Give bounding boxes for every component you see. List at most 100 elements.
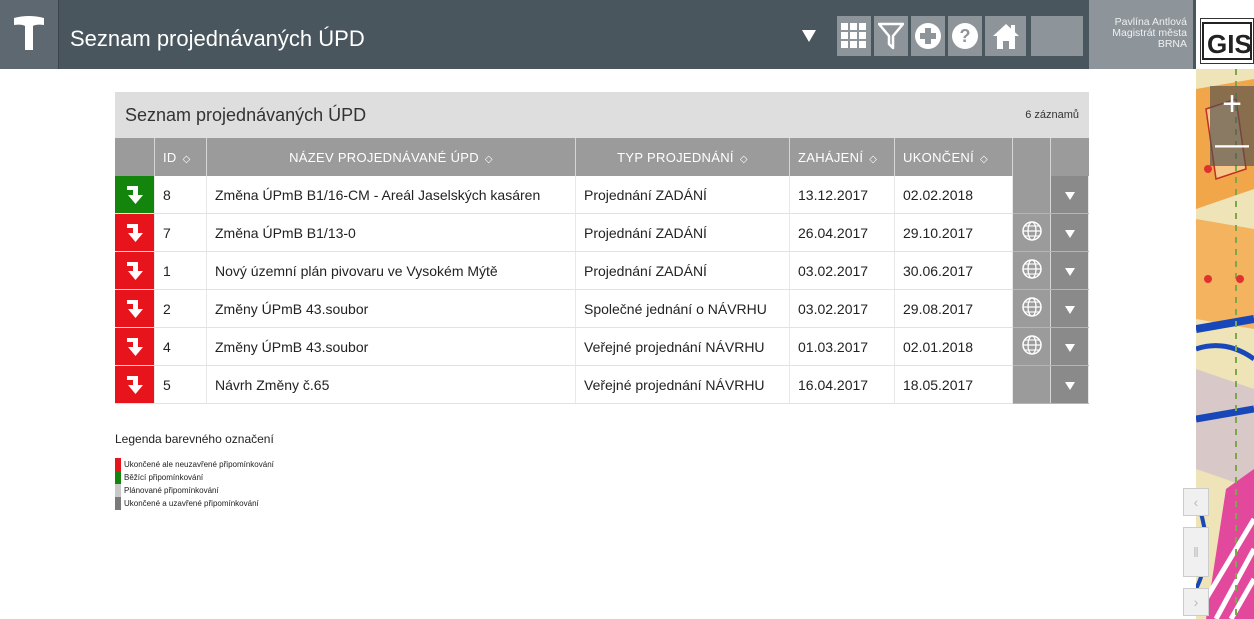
status-cell — [115, 251, 155, 290]
legend-item: Běžící připomínkování — [115, 471, 274, 484]
legend-item: Ukončené ale neuzavřené připomínkování — [115, 458, 274, 471]
panel-resize-handle-icon[interactable]: ‖ — [1183, 527, 1209, 577]
panel-collapse-left-icon[interactable]: ‹ — [1183, 488, 1209, 516]
grid-icon — [841, 23, 866, 48]
column-label-end: UKONČENÍ — [903, 149, 975, 165]
filter-button[interactable] — [874, 16, 908, 56]
filter-icon — [878, 22, 904, 50]
legend-item: Ukončené a uzavřené připomínkování — [115, 497, 274, 510]
map-link-cell — [1012, 365, 1051, 404]
map-column-header — [1012, 138, 1051, 176]
panel-expand-right-icon[interactable]: › — [1183, 588, 1209, 616]
row-menu-button[interactable] — [1050, 289, 1089, 328]
dropdown-arrow-icon — [1064, 343, 1075, 352]
cell-start: 13.12.2017 — [789, 176, 895, 214]
cell-end: 29.08.2017 — [894, 289, 1013, 328]
zoom-out-button[interactable]: — — [1210, 126, 1254, 166]
cell-id: 2 — [154, 289, 207, 328]
app-logo[interactable] — [0, 0, 59, 69]
legend: Ukončené ale neuzavřené připomínkování Bě… — [115, 458, 274, 510]
record-count: 6 záznamů — [1025, 109, 1079, 121]
help-button[interactable]: ? — [948, 16, 982, 56]
turn-down-arrow-icon — [127, 224, 143, 242]
cell-name[interactable]: Změny ÚPmB 43.soubor — [206, 327, 576, 366]
cell-id: 5 — [154, 365, 207, 404]
cell-start: 16.04.2017 — [789, 365, 895, 404]
cell-type: Projednání ZADÁNÍ — [575, 251, 790, 290]
map-link-cell[interactable] — [1012, 213, 1051, 252]
gis-logo: GIS — [1200, 18, 1254, 64]
dropdown-arrow-icon — [1064, 267, 1075, 276]
upd-table: ID ◇ NÁZEV PROJEDNÁVANÉ ÚPD ◇ TYP PROJEDNÁ… — [115, 138, 1089, 404]
status-cell — [115, 213, 155, 252]
cell-id: 8 — [154, 176, 207, 214]
status-indicator — [115, 176, 154, 213]
cell-name[interactable]: Návrh Změny č.65 — [206, 365, 576, 404]
home-button-extra — [1031, 16, 1083, 56]
legend-swatch — [115, 497, 121, 510]
row-menu-button[interactable] — [1050, 213, 1089, 252]
panel-title: Seznam projednávaných ÚPD — [125, 105, 367, 125]
list-panel-header: Seznam projednávaných ÚPD 6 záznamů — [115, 92, 1089, 138]
table-row[interactable]: 8 Změna ÚPmB B1/16-CM - Areál Jaselských… — [115, 176, 1089, 214]
gis-brno-logo-icon: GIS — [1202, 22, 1252, 60]
cell-name[interactable]: Změna ÚPmB B1/16-CM - Areál Jaselských k… — [206, 176, 576, 214]
status-cell — [115, 289, 155, 328]
table-row[interactable]: 7 Změna ÚPmB B1/13-0 Projednání ZADÁNÍ 2… — [115, 213, 1089, 252]
map-link-cell[interactable] — [1012, 327, 1051, 366]
cell-name[interactable]: Změna ÚPmB B1/13-0 — [206, 213, 576, 252]
row-menu-button[interactable] — [1050, 365, 1089, 404]
legend-title: Legenda barevného označení — [115, 432, 274, 446]
legend-label: Ukončené a uzavřené připomínkování — [124, 499, 259, 508]
status-cell — [115, 176, 155, 214]
column-header-type[interactable]: TYP PROJEDNÁNÍ ◇ — [575, 138, 790, 176]
user-info[interactable]: Pavlína Antlová Magistrát města BRNA — [1089, 0, 1193, 69]
status-indicator — [115, 328, 154, 365]
turn-down-arrow-icon — [127, 186, 143, 204]
column-header-id[interactable]: ID ◇ — [154, 138, 207, 176]
status-indicator — [115, 252, 154, 289]
turn-down-arrow-icon — [127, 300, 143, 318]
sort-icon: ◇ — [739, 153, 748, 165]
status-column-header — [115, 138, 155, 176]
row-menu-button[interactable] — [1050, 176, 1089, 214]
table-row[interactable]: 5 Návrh Změny č.65 Veřejné projednání NÁ… — [115, 365, 1089, 404]
status-indicator — [115, 366, 154, 403]
home-button[interactable] — [985, 16, 1026, 56]
cell-name[interactable]: Nový územní plán pivovaru ve Vysokém Mýt… — [206, 251, 576, 290]
map-link-cell — [1012, 176, 1051, 214]
menu-column-header — [1050, 138, 1089, 176]
cell-start: 03.02.2017 — [789, 289, 895, 328]
table-row[interactable]: 2 Změny ÚPmB 43.soubor Společné jednání … — [115, 289, 1089, 328]
sort-icon: ◇ — [182, 153, 191, 165]
help-icon: ? — [952, 23, 978, 49]
table-row[interactable]: 1 Nový územní plán pivovaru ve Vysokém M… — [115, 251, 1089, 290]
turn-down-arrow-icon — [127, 262, 143, 280]
row-menu-button[interactable] — [1050, 251, 1089, 290]
cell-type: Projednání ZADÁNÍ — [575, 213, 790, 252]
cell-type: Veřejné projednání NÁVRHU — [575, 327, 790, 366]
svg-text:?: ? — [960, 26, 971, 46]
title-dropdown-icon[interactable] — [802, 30, 816, 42]
cell-name[interactable]: Změny ÚPmB 43.soubor — [206, 289, 576, 328]
column-header-name[interactable]: NÁZEV PROJEDNÁVANÉ ÚPD ◇ — [206, 138, 576, 176]
plus-circle-icon — [915, 23, 941, 49]
map-link-cell[interactable] — [1012, 251, 1051, 290]
table-row[interactable]: 4 Změny ÚPmB 43.soubor Veřejné projednán… — [115, 327, 1089, 366]
map-link-cell[interactable] — [1012, 289, 1051, 328]
legend-item: Plánované připomínkování — [115, 484, 274, 497]
cell-start: 26.04.2017 — [789, 213, 895, 252]
add-button[interactable] — [911, 16, 945, 56]
column-header-start[interactable]: ZAHÁJENÍ ◇ — [789, 138, 895, 176]
legend-label: Ukončené ale neuzavřené připomínkování — [124, 460, 274, 469]
zoom-in-button[interactable]: + — [1210, 86, 1254, 126]
grid-button[interactable] — [837, 16, 871, 56]
sort-icon: ◇ — [484, 153, 493, 165]
cell-id: 4 — [154, 327, 207, 366]
row-menu-button[interactable] — [1050, 327, 1089, 366]
column-header-end[interactable]: UKONČENÍ ◇ — [894, 138, 1013, 176]
sort-icon: ◇ — [980, 153, 989, 165]
legend-label: Plánované připomínkování — [124, 486, 219, 495]
column-label-type: TYP PROJEDNÁNÍ — [617, 149, 734, 165]
dropdown-arrow-icon — [1064, 229, 1075, 238]
